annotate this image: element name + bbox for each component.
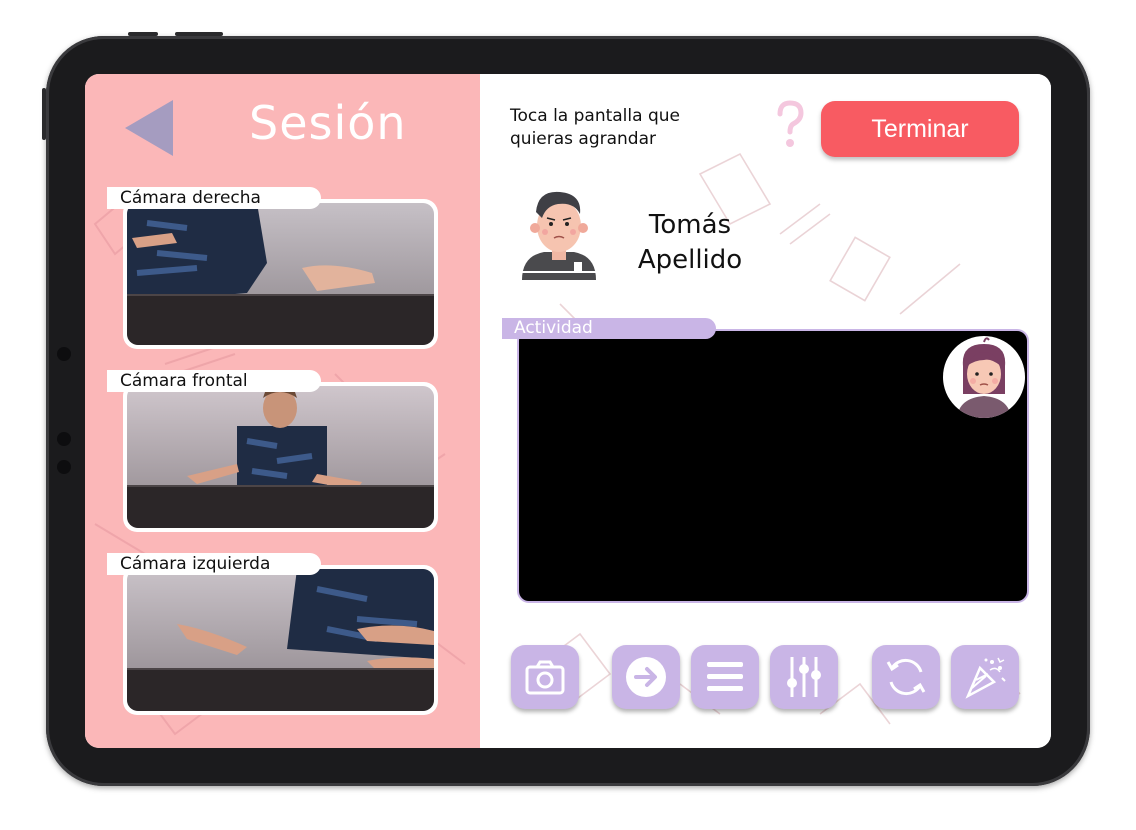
student-first-name: Tomás: [648, 210, 732, 240]
sliders-icon: [787, 657, 821, 697]
camera-feed: [127, 203, 434, 345]
tablet-sensor: [57, 460, 71, 474]
camera-label: Cámara izquierda: [107, 553, 321, 575]
camera-feed: [127, 386, 434, 528]
camera-icon: [525, 660, 565, 695]
page-title: Sesión: [249, 96, 407, 150]
student-name: Tomás Apellido: [628, 208, 752, 278]
next-button[interactable]: [612, 645, 680, 709]
help-icon[interactable]: [775, 100, 805, 150]
main-panel: Toca la pantalla que quieras agrandar Te…: [480, 74, 1051, 748]
camera-left-view[interactable]: [123, 565, 438, 715]
student-last-name: Apellido: [637, 245, 743, 275]
refresh-button[interactable]: [872, 645, 940, 709]
confetti-icon: [965, 657, 1006, 699]
tablet-button: [42, 88, 46, 140]
camera-right-view[interactable]: [123, 199, 438, 349]
instructions-text: Toca la pantalla que quieras agrandar: [510, 106, 680, 149]
finish-button[interactable]: Terminar: [821, 101, 1019, 157]
refresh-icon: [886, 658, 926, 696]
tablet-sensor: [57, 347, 71, 361]
back-arrow-icon[interactable]: [125, 100, 175, 156]
camera-front-view[interactable]: [123, 382, 438, 532]
app-screen: Sesión Cámara derecha Cámara frontal Cám…: [85, 74, 1051, 748]
tablet-sensor: [57, 432, 71, 446]
arrow-right-icon: [626, 657, 666, 697]
activity-label: Actividad: [502, 318, 716, 339]
tablet-button: [128, 32, 158, 36]
student-avatar: [522, 191, 596, 280]
camera-button[interactable]: [511, 645, 579, 709]
tablet-button: [175, 32, 223, 36]
camera-label: Cámara frontal: [107, 370, 321, 392]
therapist-avatar: [943, 336, 1025, 418]
celebrate-button[interactable]: [951, 645, 1019, 709]
camera-feed: [127, 569, 434, 711]
camera-panel: Sesión Cámara derecha Cámara frontal Cám…: [85, 74, 480, 748]
camera-label: Cámara derecha: [107, 187, 321, 209]
settings-button[interactable]: [770, 645, 838, 709]
menu-icon: [707, 662, 743, 691]
menu-button[interactable]: [691, 645, 759, 709]
